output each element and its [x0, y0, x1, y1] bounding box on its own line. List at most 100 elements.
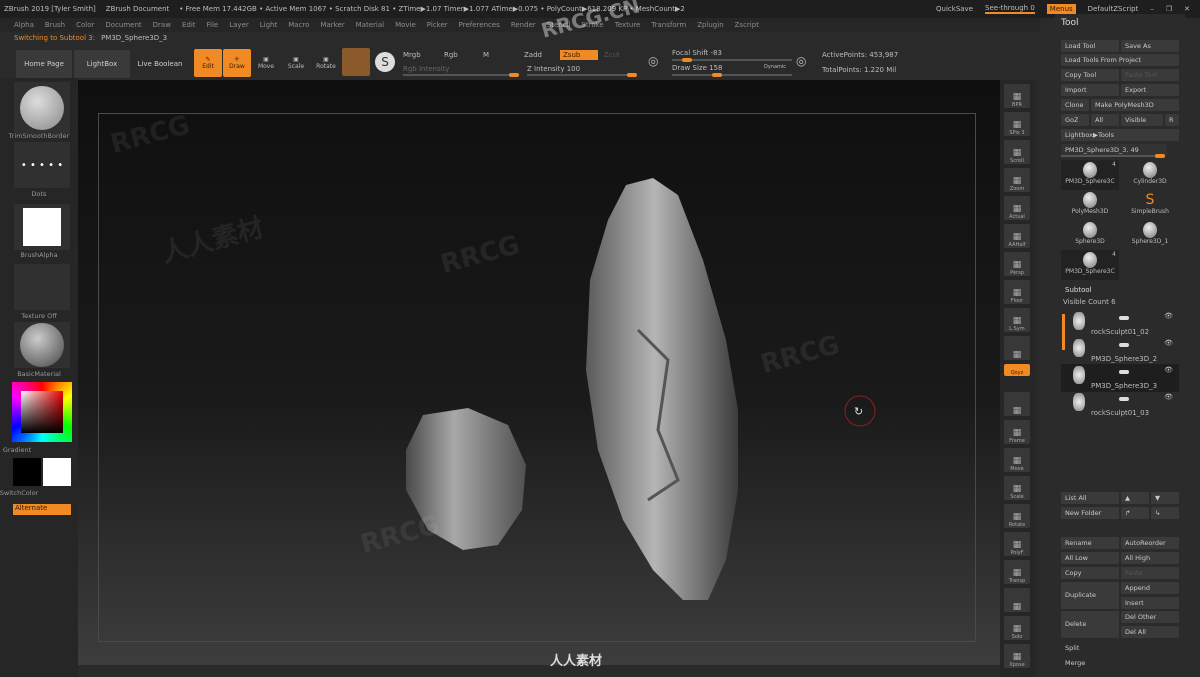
all-button[interactable]: All: [1091, 114, 1119, 126]
tool-thumbnail[interactable]: Sphere3D: [1061, 220, 1119, 250]
z-intensity-track[interactable]: [527, 73, 637, 77]
all-high-button[interactable]: All High: [1121, 552, 1179, 564]
shelf-button-spix-3[interactable]: ▦ SPix 3: [1004, 112, 1030, 136]
gradient-label[interactable]: Gradient: [0, 446, 56, 454]
shelf-button-transp[interactable]: ▦ Transp: [1004, 560, 1030, 584]
tool-thumbnail[interactable]: PM3D_Sphere3C 4: [1061, 250, 1119, 280]
tool-thumbnail[interactable]: PolyMesh3D: [1061, 190, 1119, 220]
menu-layer[interactable]: Layer: [229, 21, 249, 29]
paste-tool-button[interactable]: Paste Tool: [1121, 69, 1179, 81]
paste-button[interactable]: Paste: [1121, 567, 1179, 579]
load-tool-button[interactable]: Load Tool: [1061, 40, 1119, 52]
maximize-icon[interactable]: ❐: [1166, 5, 1172, 13]
menu-marker[interactable]: Marker: [320, 21, 344, 29]
rename-button[interactable]: Rename: [1061, 537, 1119, 549]
menu-render[interactable]: Render: [511, 21, 536, 29]
eye-icon[interactable]: 👁: [1164, 393, 1173, 401]
subtool-title[interactable]: Subtool: [1065, 286, 1092, 294]
close-icon[interactable]: ✕: [1184, 5, 1190, 13]
draw-button[interactable]: ✛ Draw: [223, 49, 251, 77]
list-all-button[interactable]: List All: [1061, 492, 1119, 504]
focal-shift-track[interactable]: [672, 58, 792, 62]
draw-size-track[interactable]: [672, 73, 792, 77]
shelf-button-bpr[interactable]: ▦ BPR: [1004, 84, 1030, 108]
menu-color[interactable]: Color: [76, 21, 94, 29]
alpha-selector[interactable]: [14, 204, 70, 250]
del-other-button[interactable]: Del Other: [1121, 611, 1179, 623]
menu-movie[interactable]: Movie: [395, 21, 416, 29]
minimize-icon[interactable]: –: [1150, 5, 1154, 13]
subtool-item[interactable]: 👁 PM3D_Sphere3D_3: [1061, 364, 1179, 392]
export-button[interactable]: Export: [1121, 84, 1179, 96]
menu-light[interactable]: Light: [260, 21, 277, 29]
color-picker[interactable]: [12, 382, 72, 442]
clone-button[interactable]: Clone: [1061, 99, 1089, 111]
lightbox-button[interactable]: LightBox: [74, 50, 130, 78]
r-button[interactable]: R: [1165, 114, 1179, 126]
menu-document[interactable]: Document: [105, 21, 141, 29]
subtool-opacity-toggle[interactable]: [1119, 316, 1129, 320]
folder-down-icon[interactable]: ↳: [1151, 507, 1179, 519]
menu-zplugin[interactable]: Zplugin: [697, 21, 723, 29]
split-button[interactable]: Split: [1061, 642, 1119, 654]
delete-button[interactable]: Delete: [1061, 611, 1119, 638]
stroke-selector[interactable]: • • • • •: [14, 142, 70, 188]
visible-button[interactable]: Visible: [1121, 114, 1163, 126]
menu-picker[interactable]: Picker: [427, 21, 448, 29]
secondary-color-swatch[interactable]: [13, 458, 41, 486]
shelf-button-qxyz[interactable]: Qxyz: [1004, 364, 1030, 376]
current-tool-track[interactable]: [1061, 154, 1165, 158]
default-zscript-button[interactable]: DefaultZScript: [1088, 5, 1139, 13]
save-as-button[interactable]: Save As: [1121, 40, 1179, 52]
merge-button[interactable]: Merge: [1061, 657, 1119, 669]
subtool-item[interactable]: 👁 PM3D_Sphere3D_2: [1061, 337, 1179, 365]
menus-button[interactable]: Menus: [1046, 4, 1076, 14]
menu-draw[interactable]: Draw: [153, 21, 171, 29]
zadd-button[interactable]: Zadd: [524, 51, 542, 59]
import-button[interactable]: Import: [1061, 84, 1119, 96]
m-button[interactable]: M: [483, 51, 489, 59]
subtool-item[interactable]: 👁 rockSculpt01_02: [1061, 310, 1179, 338]
primary-color-swatch[interactable]: [43, 458, 71, 486]
tool-thumbnail[interactable]: Cylinder3D: [1121, 160, 1179, 190]
autoreorder-button[interactable]: AutoReorder: [1121, 537, 1179, 549]
shelf-button-scale[interactable]: ▦ Scale: [1004, 476, 1030, 500]
tool-thumbnail[interactable]: Sphere3D_1: [1121, 220, 1179, 250]
new-folder-button[interactable]: New Folder: [1061, 507, 1119, 519]
menu-material[interactable]: Material: [356, 21, 384, 29]
quicksave-button[interactable]: QuickSave: [936, 5, 973, 13]
eye-icon[interactable]: 👁: [1164, 366, 1173, 374]
shelf-button-zoom[interactable]: ▦ Zoom: [1004, 168, 1030, 192]
folder-up-icon[interactable]: ↱: [1121, 507, 1149, 519]
menu-brush[interactable]: Brush: [45, 21, 65, 29]
menu-macro[interactable]: Macro: [288, 21, 309, 29]
lightbox-tools-button[interactable]: Lightbox▶Tools: [1061, 129, 1179, 141]
shelf-button-scroll[interactable]: ▦ Scroll: [1004, 140, 1030, 164]
texture-selector[interactable]: [14, 264, 70, 310]
home-page-button[interactable]: Home Page: [16, 50, 72, 78]
spotlight-icon[interactable]: S: [375, 52, 395, 72]
subtool-opacity-toggle[interactable]: [1119, 343, 1129, 347]
shelf-button-floor[interactable]: ▦ Floor: [1004, 280, 1030, 304]
edit-button[interactable]: ✎ Edit: [194, 49, 222, 77]
alternate-button[interactable]: Alternate: [13, 504, 71, 515]
all-low-button[interactable]: All Low: [1061, 552, 1119, 564]
live-boolean-button[interactable]: Live Boolean: [132, 50, 188, 78]
shelf-button-frame[interactable]: ▦ Frame: [1004, 420, 1030, 444]
shelf-button-actual[interactable]: ▦ Actual: [1004, 196, 1030, 220]
shelf-button-xpose[interactable]: ▦ Xpose: [1004, 644, 1030, 668]
brush-selector[interactable]: [14, 82, 70, 134]
dynamic-button[interactable]: Dynamic: [764, 64, 786, 70]
brush-slot-button[interactable]: [342, 48, 370, 76]
shelf-button-l-sym[interactable]: ▦ L.Sym: [1004, 308, 1030, 332]
menu-zscript[interactable]: Zscript: [735, 21, 759, 29]
tool-thumbnail[interactable]: S SimpleBrush: [1121, 190, 1179, 220]
rotate-button[interactable]: ▣ Rotate: [312, 49, 340, 77]
see-through-slider[interactable]: See-through 0: [985, 4, 1035, 14]
shelf-button-icon-18[interactable]: ▦: [1004, 588, 1030, 612]
menu-transform[interactable]: Transform: [651, 21, 686, 29]
shelf-button-solo[interactable]: ▦ Solo: [1004, 616, 1030, 640]
goz-button[interactable]: GoZ: [1061, 114, 1089, 126]
menu-preferences[interactable]: Preferences: [459, 21, 500, 29]
subtool-opacity-toggle[interactable]: [1119, 370, 1129, 374]
